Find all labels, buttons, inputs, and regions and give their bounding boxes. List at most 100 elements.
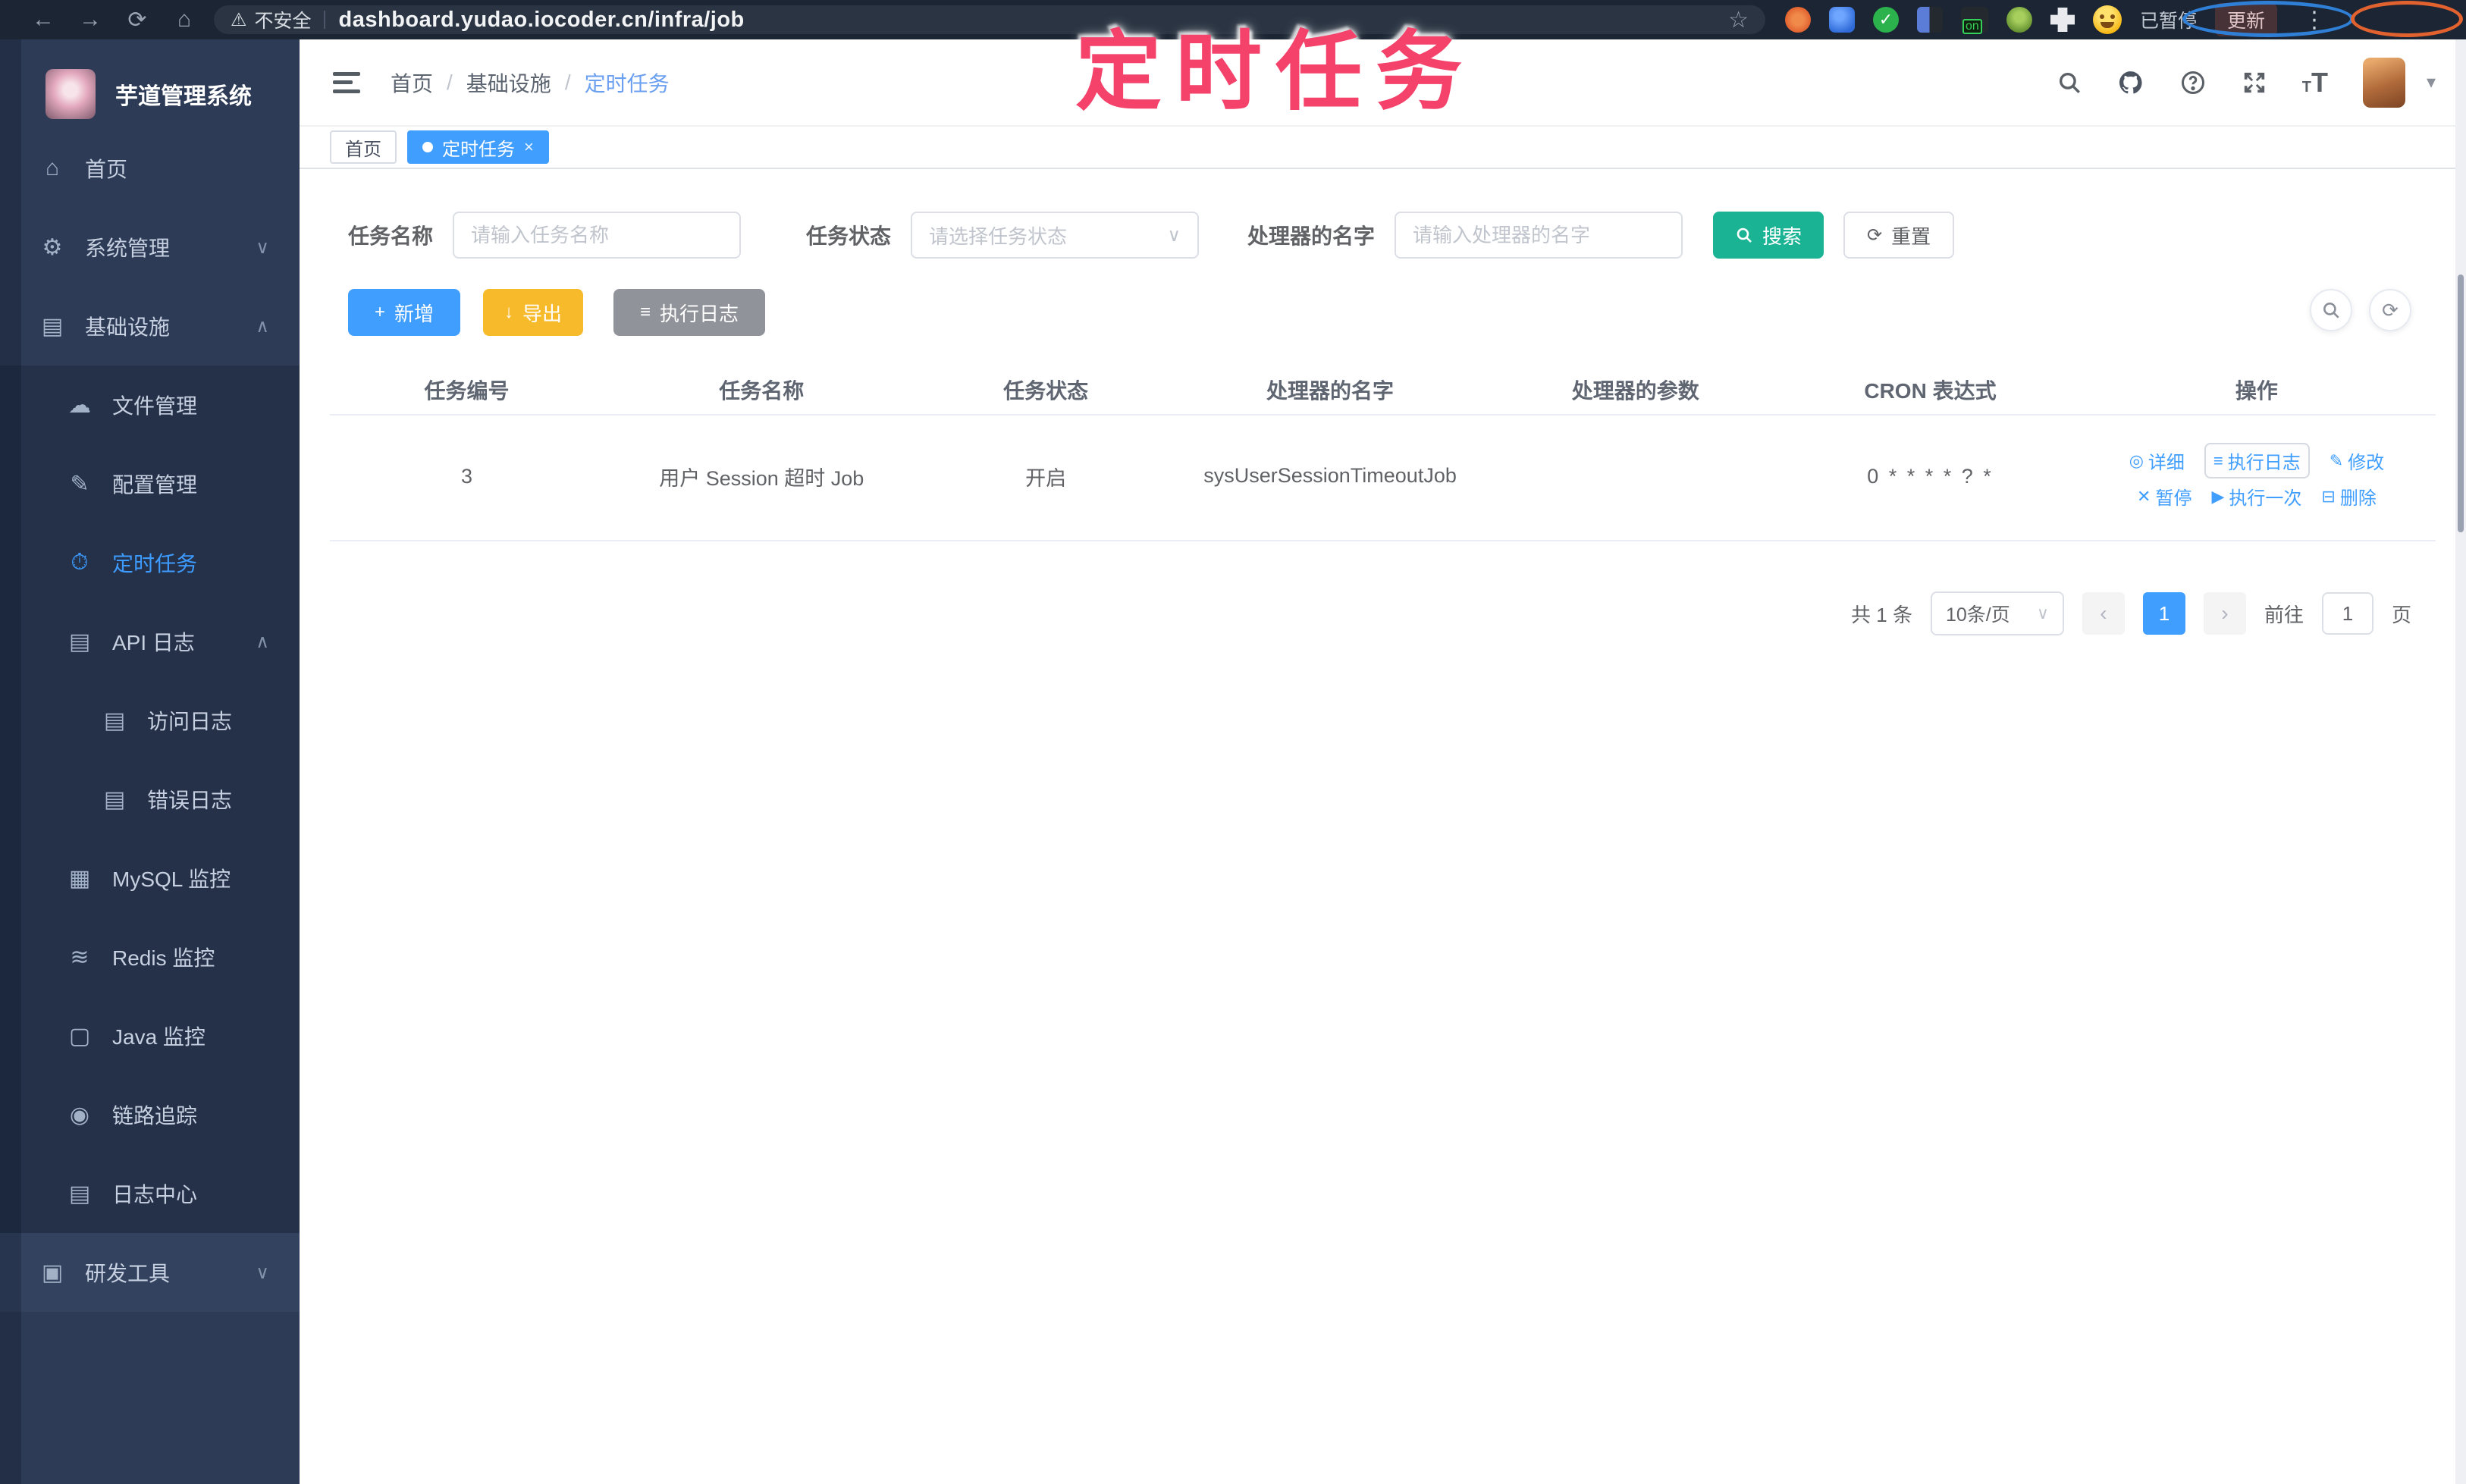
table-row: 3 用户 Session 超时 Job 开启 sysUserSessionTim…: [330, 415, 2436, 541]
sidebar-item-error-logs[interactable]: ▤ 错误日志: [0, 760, 300, 839]
main-area: 首页 / 基础设施 / 定时任务 TT ▾ 首页 定时任务 × 任务名称 请输入…: [300, 39, 2466, 1484]
sidebar-item-system-management[interactable]: ⚙ 系统管理 ∨: [0, 208, 300, 287]
task-name-input[interactable]: [453, 212, 742, 259]
active-tab-dot: [422, 142, 433, 152]
edit-icon: ✎: [70, 471, 89, 497]
search-button[interactable]: 搜索: [1713, 212, 1824, 259]
pagination: 共 1 条 10条/页 ∨ ‹ 1 › 前往 页: [300, 591, 2411, 635]
app-logo-row[interactable]: 芋道管理系统: [0, 39, 300, 129]
extension-grid-icon[interactable]: [1917, 7, 1943, 33]
extension-green-check-icon[interactable]: ✓: [1873, 7, 1899, 33]
font-size-icon[interactable]: TT: [2302, 67, 2328, 99]
document-icon: ▤: [103, 786, 126, 812]
sidebar-item-config-management[interactable]: ✎ 配置管理: [0, 444, 300, 523]
github-icon[interactable]: [2117, 69, 2144, 96]
breadcrumb-current: 定时任务: [584, 71, 670, 96]
not-secure-icon: ⚠: [231, 9, 247, 30]
sidebar-item-infrastructure[interactable]: ▤ 基础设施 ∧: [0, 287, 300, 366]
breadcrumb-separator: /: [447, 70, 453, 94]
sidebar-item-api-logs[interactable]: ▤ API 日志 ∧: [0, 602, 300, 681]
user-avatar[interactable]: [2362, 57, 2405, 108]
scrollbar[interactable]: [2455, 39, 2466, 1484]
screen-icon: ▢: [68, 1023, 91, 1049]
sidebar-item-file-management[interactable]: ☁ 文件管理: [0, 366, 300, 444]
cell-task-status: 开启: [919, 415, 1172, 541]
exec-log-button[interactable]: ≡ 执行日志: [613, 289, 765, 336]
task-status-select[interactable]: 请选择任务状态 ∨: [911, 212, 1200, 259]
extension-plant-icon[interactable]: [2006, 7, 2032, 33]
reset-button[interactable]: ⟳ 重置: [1843, 212, 1955, 259]
sidebar-item-trace[interactable]: ◉ 链路追踪: [0, 1075, 300, 1154]
breadcrumb-home[interactable]: 首页: [391, 67, 433, 98]
page-1-button[interactable]: 1: [2142, 592, 2185, 635]
pause-link[interactable]: ✕ 暂停: [2137, 483, 2191, 510]
scrollbar-thumb[interactable]: [2458, 275, 2464, 532]
close-tab-icon[interactable]: ×: [524, 137, 534, 157]
browser-chrome: ← → ⟳ ⌂ ⚠ 不安全 dashboard.yudao.iocoder.cn…: [0, 0, 2466, 39]
sidebar-item-java-monitor[interactable]: ▢ Java 监控: [0, 996, 300, 1075]
sidebar-item-log-center[interactable]: ▤ 日志中心: [0, 1154, 300, 1233]
delete-link[interactable]: ⊟ 删除: [2321, 483, 2376, 510]
sidebar-item-mysql-monitor[interactable]: ▦ MySQL 监控: [0, 839, 300, 918]
timer-icon: ⏱: [71, 550, 89, 575]
extension-blue-icon[interactable]: [1829, 7, 1855, 33]
exec-log-link[interactable]: ≡ 执行日志: [2204, 443, 2310, 478]
table-header-row: 任务编号 任务名称 任务状态 处理器的名字 处理器的参数 CRON 表达式 操作: [330, 365, 2436, 416]
detail-icon: ◎: [2129, 450, 2144, 470]
handler-name-label: 处理器的名字: [1247, 224, 1376, 248]
sidebar-item-dev-tools[interactable]: ▣ 研发工具 ∨: [0, 1233, 300, 1312]
breadcrumb-infrastructure[interactable]: 基础设施: [466, 67, 551, 98]
tags-view-bar: 首页 定时任务 ×: [300, 127, 2466, 169]
sidebar-collapse-icon[interactable]: [330, 67, 363, 98]
prev-page-button[interactable]: ‹: [2082, 592, 2125, 635]
add-button[interactable]: + 新增: [348, 289, 460, 336]
search-icon[interactable]: [2057, 70, 2082, 96]
handler-name-input[interactable]: [1395, 212, 1683, 259]
home-icon[interactable]: ⌂: [161, 7, 208, 33]
trash-icon: ⊟: [2321, 486, 2336, 506]
next-page-button[interactable]: ›: [2203, 592, 2246, 635]
edit-link[interactable]: ✎ 修改: [2330, 447, 2384, 474]
sidebar-item-scheduled-tasks[interactable]: ⏱ 定时任务: [0, 523, 300, 602]
extensions-puzzle-icon[interactable]: [2050, 8, 2075, 32]
avatar-caret-icon[interactable]: ▾: [2427, 71, 2436, 93]
plus-icon: +: [374, 302, 385, 322]
tab-scheduled-tasks[interactable]: 定时任务 ×: [407, 130, 549, 164]
export-button[interactable]: ↓ 导出: [483, 289, 583, 336]
extension-row: ✓ on 已暂停 更新 ⋮: [1785, 3, 2333, 36]
forward-icon[interactable]: →: [67, 7, 114, 33]
search-form: 任务名称 任务状态 请选择任务状态 ∨ 处理器的名字 搜索 ⟳: [300, 169, 2466, 259]
toggle-search-button[interactable]: [2310, 289, 2352, 331]
run-once-link[interactable]: ▶ 执行一次: [2211, 483, 2301, 510]
chevron-down-icon: ∨: [256, 1262, 269, 1283]
gear-icon: ⚙: [42, 234, 63, 260]
sidebar-item-redis-monitor[interactable]: ≋ Redis 监控: [0, 918, 300, 996]
sidebar-item-home[interactable]: ⌂ 首页: [0, 129, 300, 208]
tab-home[interactable]: 首页: [330, 130, 397, 164]
monitor-icon: ▤: [41, 313, 64, 339]
col-handler-name: 处理器的名字: [1172, 365, 1489, 416]
chrome-menu-icon[interactable]: ⋮: [2295, 7, 2333, 33]
back-icon[interactable]: ←: [20, 7, 67, 33]
page-unit-label: 页: [2391, 603, 2411, 626]
fullscreen-icon[interactable]: [2242, 70, 2267, 96]
breadcrumb: 首页 / 基础设施 / 定时任务: [391, 67, 670, 98]
reload-icon[interactable]: ⟳: [114, 7, 161, 33]
extension-orange-icon[interactable]: [1785, 7, 1811, 33]
table-tools: ⟳: [2310, 289, 2411, 331]
goto-page-input[interactable]: [2321, 592, 2373, 635]
cell-handler-params: [1488, 415, 1784, 541]
refresh-table-button[interactable]: ⟳: [2369, 289, 2411, 331]
chrome-update-button[interactable]: 更新: [2215, 3, 2278, 36]
page-size-select[interactable]: 10条/页 ∨: [1930, 591, 2064, 635]
extension-on-icon[interactable]: on: [1961, 7, 1988, 34]
breadcrumb-separator: /: [564, 70, 571, 94]
col-handler-params: 处理器的参数: [1488, 365, 1784, 416]
log-icon: ▤: [68, 629, 91, 654]
sidebar-item-access-logs[interactable]: ▤ 访问日志: [0, 681, 300, 760]
address-bar[interactable]: ⚠ 不安全 dashboard.yudao.iocoder.cn/infra/j…: [214, 5, 1765, 34]
bookmark-star-icon[interactable]: ☆: [1728, 7, 1749, 33]
detail-link[interactable]: ◎ 详细: [2129, 447, 2185, 474]
emoji-extension-icon[interactable]: [2093, 5, 2122, 34]
help-icon[interactable]: [2179, 69, 2207, 96]
